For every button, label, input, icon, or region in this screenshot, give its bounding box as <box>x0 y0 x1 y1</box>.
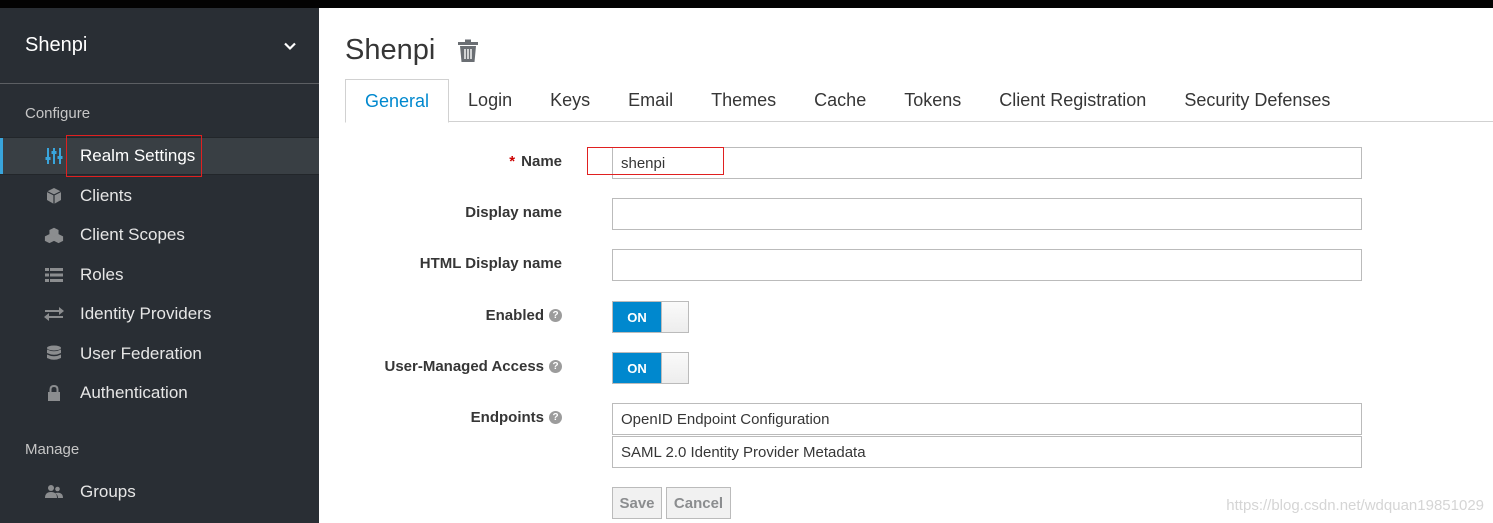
tab-general[interactable]: General <box>345 79 450 123</box>
form-row-enabled: Enabled ? ON <box>319 301 1493 333</box>
enabled-toggle[interactable]: ON <box>612 301 689 333</box>
sidebar-item-label: Identity Providers <box>80 304 212 323</box>
toggle-on-label: ON <box>613 302 661 332</box>
form-row-html-display-name: HTML Display name <box>319 249 1493 281</box>
tab-login[interactable]: Login <box>449 79 531 122</box>
section-manage: Manage <box>25 441 80 458</box>
sidebar: Shenpi Configure Realm Settings Clients … <box>0 8 319 523</box>
enabled-label: Enabled ? <box>486 307 562 324</box>
sidebar-item-label: Clients <box>80 186 132 205</box>
section-configure: Configure <box>25 105 91 122</box>
trash-icon[interactable] <box>457 39 479 63</box>
users-icon <box>44 483 64 501</box>
sidebar-item-label: Authentication <box>80 383 188 402</box>
watermark: https://blog.csdn.net/wdquan19851029 <box>1226 497 1484 514</box>
sidebar-item-label: Realm Settings <box>80 146 196 165</box>
cubes-icon <box>44 226 64 244</box>
tab-bar: General Login Keys Email Themes Cache To… <box>345 79 1493 123</box>
form-row-name: * Name shenpi <box>319 147 1493 179</box>
save-button[interactable]: Save <box>612 487 662 519</box>
sidebar-item-groups[interactable]: Groups <box>0 473 319 511</box>
cancel-button[interactable]: Cancel <box>666 487 731 519</box>
required-mark: * <box>509 153 516 170</box>
main-content: Shenpi General Login Keys Email Themes C… <box>319 8 1493 523</box>
help-icon[interactable]: ? <box>549 411 562 424</box>
tab-client-registration[interactable]: Client Registration <box>980 79 1165 122</box>
sidebar-item-label: Client Scopes <box>80 225 185 244</box>
sidebar-item-authentication[interactable]: Authentication <box>0 374 319 412</box>
cube-icon <box>44 187 64 205</box>
html-display-name-label: HTML Display name <box>419 255 562 272</box>
openid-endpoint-link[interactable]: OpenID Endpoint Configuration <box>612 403 1362 435</box>
html-display-name-field[interactable] <box>612 249 1362 281</box>
toggle-knob <box>661 302 688 332</box>
user-managed-access-label: User-Managed Access ? <box>384 358 562 375</box>
sidebar-item-client-scopes[interactable]: Client Scopes <box>0 216 319 254</box>
user-managed-access-toggle[interactable]: ON <box>612 352 689 384</box>
toggle-knob <box>661 353 688 383</box>
form-row-endpoints: Endpoints ? OpenID Endpoint Configuratio… <box>319 403 1493 469</box>
name-field[interactable]: shenpi <box>612 147 1362 179</box>
page-title: Shenpi <box>345 34 436 66</box>
database-icon <box>44 345 64 363</box>
tab-keys[interactable]: Keys <box>531 79 609 122</box>
sidebar-item-roles[interactable]: Roles <box>0 256 319 294</box>
sidebar-item-label: User Federation <box>80 344 202 363</box>
realm-selector[interactable]: Shenpi <box>0 8 319 84</box>
sidebar-item-label: Roles <box>80 265 124 284</box>
name-label: * Name <box>509 153 562 170</box>
help-icon[interactable]: ? <box>549 309 562 322</box>
exchange-icon <box>44 305 64 323</box>
list-icon <box>44 266 64 284</box>
sidebar-item-identity-providers[interactable]: Identity Providers <box>0 295 319 333</box>
sidebar-item-clients[interactable]: Clients <box>0 177 319 215</box>
display-name-label: Display name <box>465 204 562 221</box>
tab-tokens[interactable]: Tokens <box>885 79 980 122</box>
top-bar <box>0 0 1493 8</box>
sidebar-item-realm-settings[interactable]: Realm Settings <box>0 137 319 175</box>
sliders-icon <box>44 147 64 165</box>
tab-security-defenses[interactable]: Security Defenses <box>1165 79 1349 122</box>
chevron-down-icon <box>284 42 296 50</box>
form-row-user-managed-access: User-Managed Access ? ON <box>319 352 1493 384</box>
saml-metadata-link[interactable]: SAML 2.0 Identity Provider Metadata <box>612 436 1362 468</box>
sidebar-item-label: Groups <box>80 482 136 501</box>
tab-email[interactable]: Email <box>609 79 692 122</box>
tab-themes[interactable]: Themes <box>692 79 795 122</box>
display-name-field[interactable] <box>612 198 1362 230</box>
lock-icon <box>44 384 64 402</box>
form-row-display-name: Display name <box>319 198 1493 230</box>
endpoints-label: Endpoints ? <box>471 409 562 426</box>
tab-cache[interactable]: Cache <box>795 79 885 122</box>
toggle-on-label: ON <box>613 353 661 383</box>
sidebar-item-user-federation[interactable]: User Federation <box>0 335 319 373</box>
help-icon[interactable]: ? <box>549 360 562 373</box>
realm-name: Shenpi <box>25 34 88 56</box>
